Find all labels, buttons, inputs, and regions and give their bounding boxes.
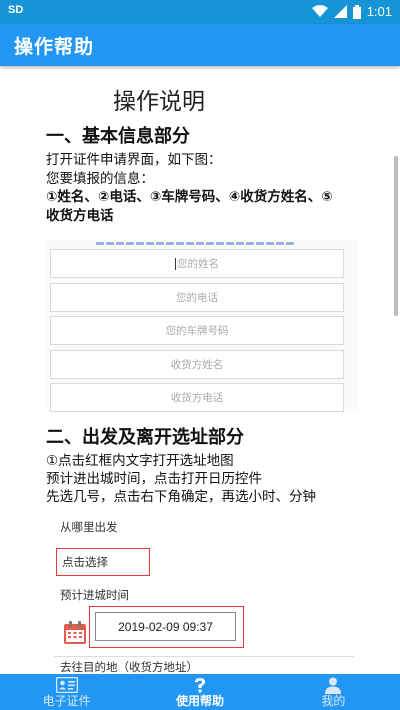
phone-field-placeholder: 您的电话 bbox=[176, 292, 218, 304]
section1-line1: 打开证件申请界面，如下图： bbox=[46, 152, 222, 168]
text-caret bbox=[175, 257, 176, 270]
receiver-phone-field: 收货方电话 bbox=[50, 383, 344, 412]
receiver-name-placeholder: 收货方姓名 bbox=[170, 359, 224, 371]
name-field: 您的姓名 bbox=[50, 249, 344, 278]
calendar-icon bbox=[64, 621, 86, 644]
plate-field: 您的车牌号码 bbox=[50, 316, 344, 345]
id-card-icon bbox=[55, 677, 78, 693]
receiver-name-field: 收货方姓名 bbox=[50, 350, 344, 379]
doc-title: 操作说明 bbox=[113, 89, 205, 115]
section2-line1: ①点击红框内文字打开选址地图 bbox=[46, 453, 234, 469]
plate-field-placeholder: 您的车牌号码 bbox=[165, 325, 229, 337]
status-bar: SD 1:01 bbox=[0, 0, 400, 24]
nav-label-help: 使用帮助 bbox=[175, 694, 224, 708]
battery-icon bbox=[352, 4, 361, 19]
nav-label-ecert: 电子证件 bbox=[42, 694, 91, 708]
help-content[interactable]: 操作说明 一、基本信息部分 打开证件申请界面，如下图： 您要填报的信息： ①姓名… bbox=[0, 66, 400, 674]
section2-line2: 预计进出城时间，点击打开日历控件 bbox=[46, 471, 262, 487]
pick-location-highlight: 点击选择 bbox=[56, 548, 150, 576]
app-bar-title: 操作帮助 bbox=[14, 36, 95, 58]
location-screenshot: 从哪里出发 点击选择 预计进城时间 2019-02-09 09:37 去往目的地… bbox=[46, 507, 358, 674]
time-label: 预计进城时间 bbox=[60, 588, 129, 602]
nav-item-mine[interactable]: 我的 bbox=[267, 674, 400, 710]
form-screenshot: 您的姓名 您的电话 您的车牌号码 收货方姓名 收货方电话 bbox=[46, 240, 358, 412]
section1-line2: 您要填报的信息： bbox=[46, 171, 154, 187]
section1-heading: 一、基本信息部分 bbox=[46, 126, 190, 147]
nav-label-mine: 我的 bbox=[321, 694, 346, 708]
app-bar: 操作帮助 bbox=[0, 24, 400, 66]
datetime-highlight: 2019-02-09 09:37 bbox=[89, 606, 244, 648]
nav-item-help[interactable]: 使用帮助 bbox=[133, 674, 266, 710]
wifi-icon bbox=[311, 5, 328, 17]
nav-item-ecert[interactable]: 电子证件 bbox=[0, 674, 133, 710]
section1-line3: ①姓名、②电话、③车牌号码、④收货方姓名、⑤ bbox=[46, 189, 333, 205]
scrollbar-thumb[interactable] bbox=[394, 156, 398, 316]
status-time: 1:01 bbox=[366, 4, 392, 19]
name-field-placeholder: 您的姓名 bbox=[177, 258, 219, 270]
section2-line3: 先选几号，点击右下角确定，再选小时、分钟 bbox=[46, 489, 316, 505]
pick-location-text: 点击选择 bbox=[62, 555, 108, 569]
sd-card-icon: SD bbox=[8, 4, 24, 16]
section2-heading: 二、出发及离开选址部分 bbox=[46, 427, 244, 448]
section1-line4: 收货方电话 bbox=[46, 208, 114, 224]
datetime-field: 2019-02-09 09:37 bbox=[95, 612, 236, 641]
signal-icon bbox=[333, 5, 347, 18]
from-label: 从哪里出发 bbox=[60, 520, 118, 534]
phone-field: 您的电话 bbox=[50, 283, 344, 312]
receiver-phone-placeholder: 收货方电话 bbox=[170, 392, 224, 404]
divider bbox=[54, 656, 354, 657]
cropped-text-edge bbox=[96, 242, 296, 245]
destination-label: 去往目的地（收货方地址） bbox=[60, 660, 198, 674]
bottom-nav: 电子证件 使用帮助 我的 bbox=[0, 674, 400, 710]
